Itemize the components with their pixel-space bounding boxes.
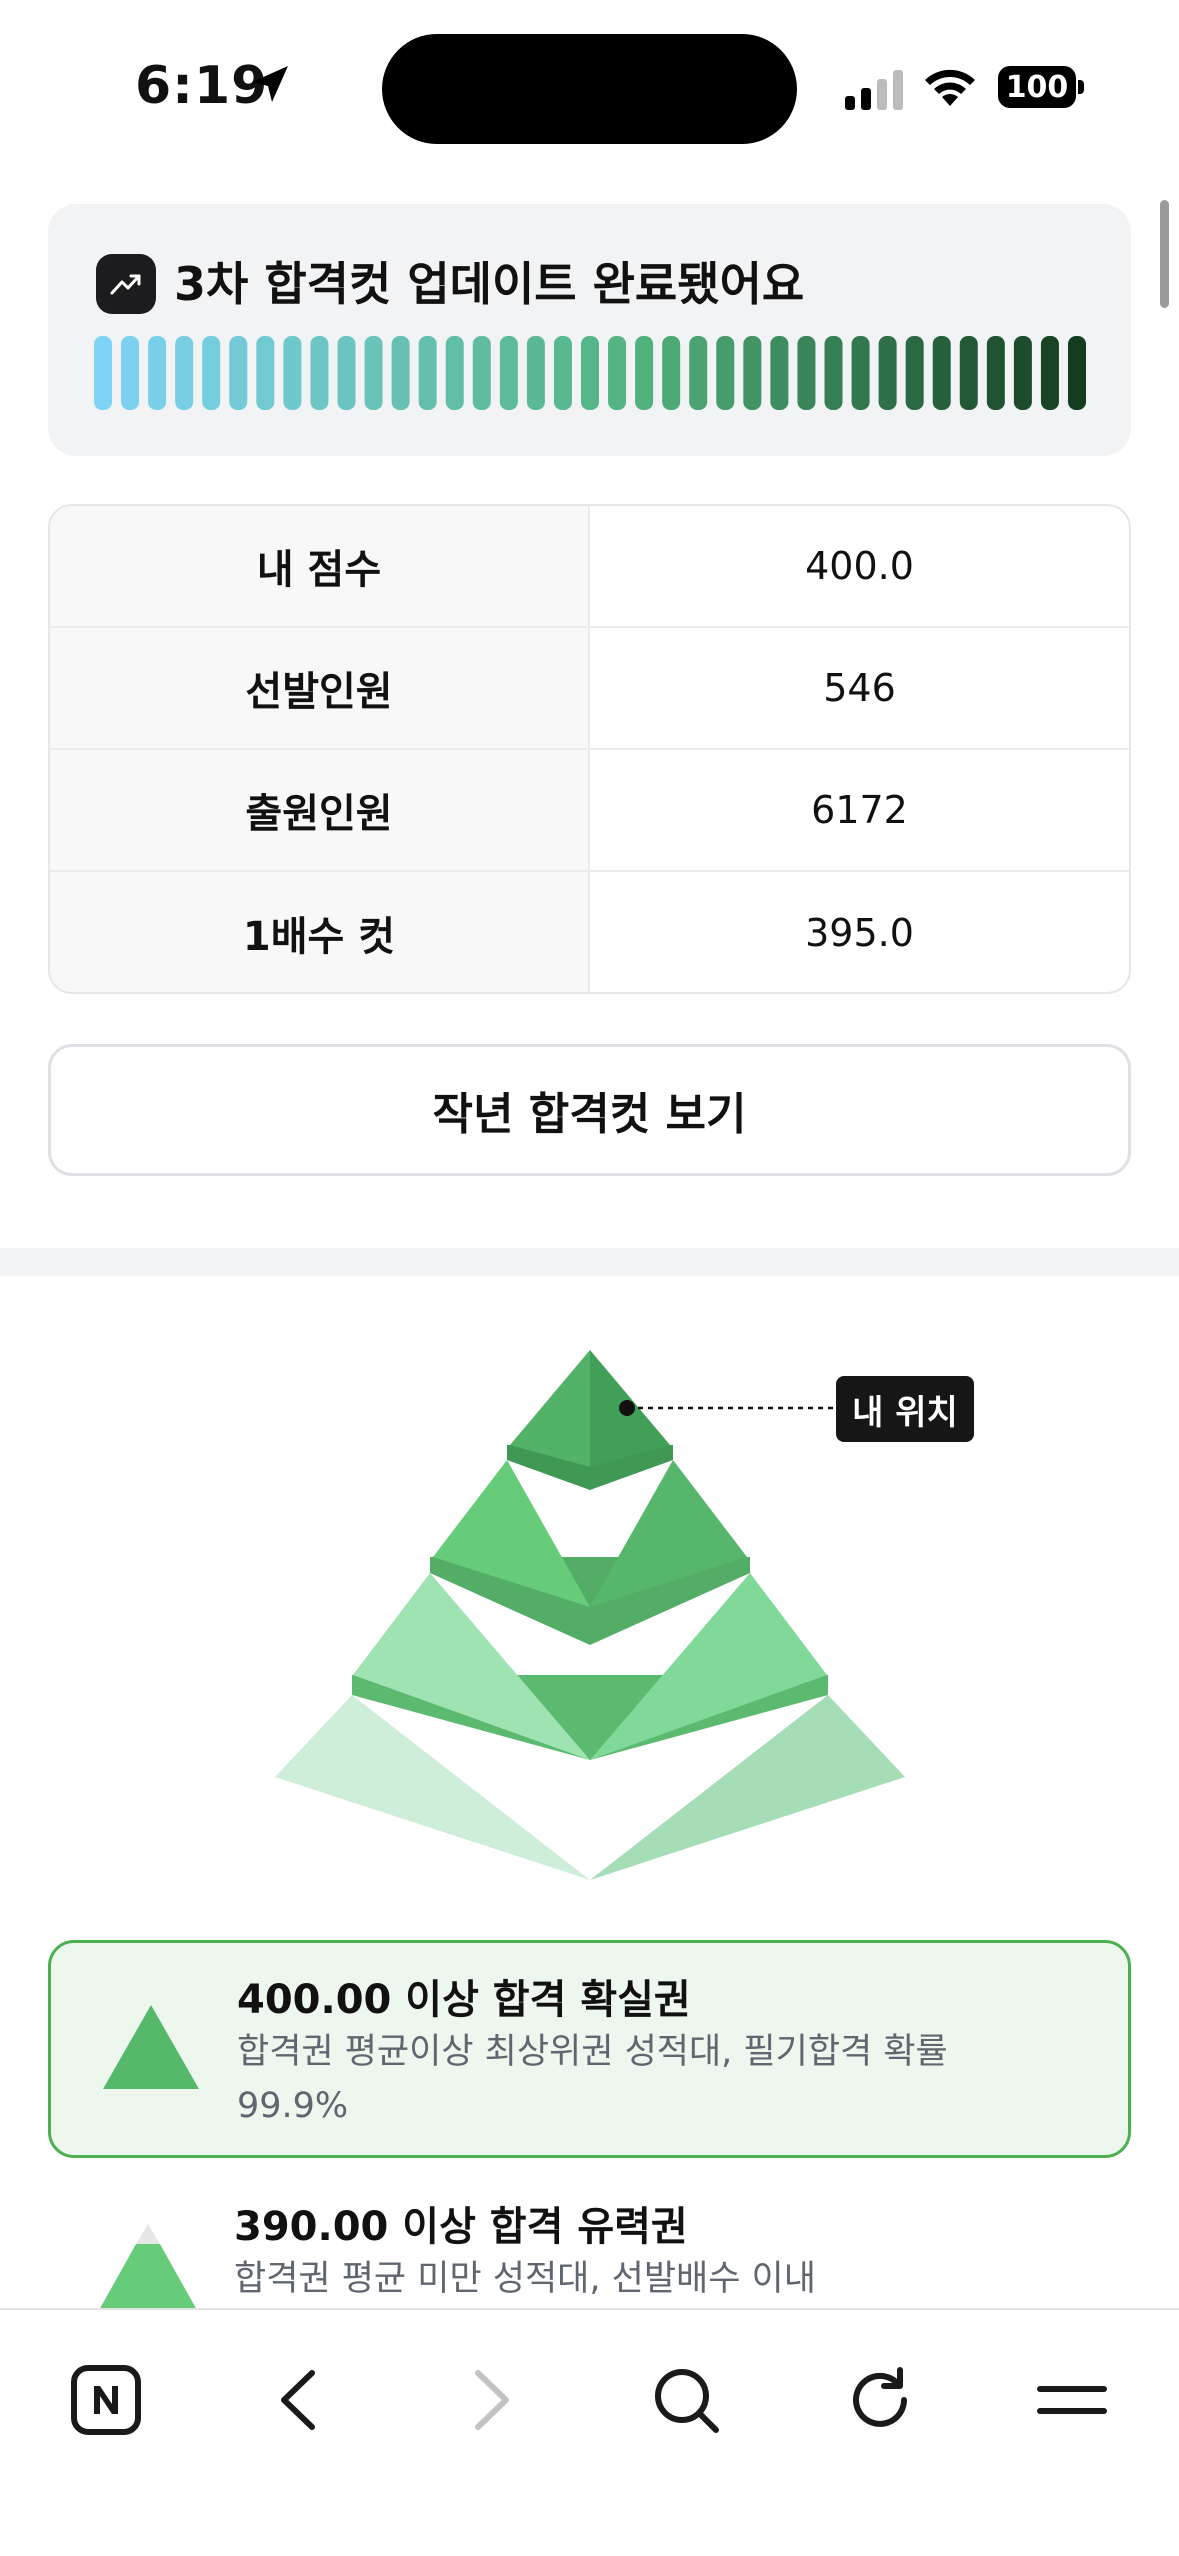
update-banner: 3차 합격컷 업데이트 완료됐어요 xyxy=(48,204,1131,456)
row-label-cutoff: 1배수 컷 xyxy=(50,872,590,992)
scroll-indicator[interactable] xyxy=(1160,200,1169,308)
forward-button[interactable] xyxy=(432,2350,552,2450)
table-row: 1배수 컷 395.0 xyxy=(50,872,1129,992)
progress-segment xyxy=(689,336,708,410)
progress-segment xyxy=(148,336,167,410)
progress-segment xyxy=(662,336,681,410)
wifi-icon xyxy=(925,69,975,106)
progress-segment xyxy=(581,336,599,410)
progress-segment xyxy=(1068,336,1086,410)
pyramid-chart xyxy=(275,1350,905,1880)
progress-segment xyxy=(391,336,410,410)
table-row: 선발인원 546 xyxy=(50,628,1129,750)
search-icon xyxy=(655,2369,719,2433)
row-value-applicants: 6172 xyxy=(811,788,908,832)
triangle-icon xyxy=(103,2005,199,2089)
progress-segment xyxy=(229,336,248,410)
naver-home-button[interactable] xyxy=(46,2350,166,2450)
row-value-quota: 546 xyxy=(823,666,896,710)
tier-title: 390.00 이상 합격 유력권 xyxy=(234,2204,688,2250)
progress-segment xyxy=(175,336,194,410)
naver-home-icon xyxy=(71,2365,141,2435)
back-button[interactable] xyxy=(238,2350,358,2450)
progress-segment xyxy=(770,336,789,410)
progress-segment xyxy=(418,336,437,410)
progress-segment xyxy=(986,336,1005,410)
progress-segment xyxy=(716,336,735,410)
progress-segment xyxy=(797,336,816,410)
dynamic-island xyxy=(382,34,797,144)
cellular-signal-icon xyxy=(845,70,903,110)
progress-segment xyxy=(905,336,924,410)
back-icon xyxy=(281,2370,315,2430)
battery-cap xyxy=(1078,80,1084,94)
tier-description: 합격권 평균 미만 성적대, 선발배수 이내 xyxy=(234,2259,816,2299)
menu-button[interactable] xyxy=(1012,2350,1132,2450)
my-position-dot xyxy=(619,1400,635,1416)
row-label-applicants: 출원인원 xyxy=(50,750,590,870)
tier-card-highlighted[interactable]: 400.00 이상 합격 확실권 합격권 평균이상 최상위권 성적대, 필기합격… xyxy=(48,1940,1131,2158)
progress-segment xyxy=(1013,336,1032,410)
progress-segment xyxy=(635,336,654,410)
progress-segment xyxy=(824,336,843,410)
trend-up-icon xyxy=(96,254,156,314)
progress-segment xyxy=(878,336,897,410)
progress-segment xyxy=(445,336,464,410)
table-row: 내 점수 400.0 xyxy=(50,506,1129,628)
tier-title: 400.00 이상 합격 확실권 xyxy=(237,1977,691,2023)
progress-segment xyxy=(337,336,356,410)
row-value-my-score: 400.0 xyxy=(805,544,914,588)
progress-segment xyxy=(202,336,221,410)
update-title: 3차 합격컷 업데이트 완료됐어요 xyxy=(174,257,805,311)
update-progress-bar xyxy=(94,336,1086,410)
progress-segment xyxy=(472,336,491,410)
battery-indicator: 100 xyxy=(998,66,1076,108)
progress-segment xyxy=(932,336,951,410)
table-row: 출원인원 6172 xyxy=(50,750,1129,872)
score-info-table: 내 점수 400.0 선발인원 546 출원인원 6172 1배수 컷 395.… xyxy=(48,504,1131,994)
reload-icon xyxy=(853,2367,907,2427)
section-divider xyxy=(0,1248,1179,1276)
row-value-cutoff: 395.0 xyxy=(805,911,914,955)
row-label-quota: 선발인원 xyxy=(50,628,590,748)
progress-segment xyxy=(608,336,627,410)
my-position-label: 내 위치 xyxy=(836,1376,974,1442)
last-year-cutoff-button[interactable]: 작년 합격컷 보기 xyxy=(48,1044,1131,1176)
browser-toolbar xyxy=(0,2308,1179,2556)
progress-segment xyxy=(283,336,302,410)
page: 6:19 100 3차 합격컷 업데이트 완료됐어요 내 점수 400.0 선발… xyxy=(0,0,1179,2556)
progress-segment xyxy=(256,336,275,410)
status-bar: 6:19 100 xyxy=(0,0,1179,170)
progress-segment xyxy=(743,336,762,410)
progress-segment xyxy=(499,336,518,410)
tier-description: 합격권 평균이상 최상위권 성적대, 필기합격 확률 99.9% xyxy=(237,2032,948,2126)
progress-segment xyxy=(364,336,383,410)
progress-segment xyxy=(851,336,870,410)
progress-segment xyxy=(310,336,329,410)
tier-item[interactable]: 390.00 이상 합격 유력권 합격권 평균 미만 성적대, 선발배수 이내 xyxy=(48,2180,1131,2312)
reload-button[interactable] xyxy=(820,2350,940,2450)
forward-icon xyxy=(475,2370,509,2430)
progress-segment xyxy=(121,336,140,410)
row-label-my-score: 내 점수 xyxy=(50,506,590,626)
progress-segment xyxy=(553,336,572,410)
location-arrow-icon xyxy=(252,66,288,102)
progress-segment xyxy=(94,336,112,410)
menu-icon xyxy=(1037,2386,1107,2414)
search-button[interactable] xyxy=(626,2350,746,2450)
triangle-icon xyxy=(98,2224,198,2312)
progress-segment xyxy=(1040,336,1059,410)
progress-segment xyxy=(526,336,545,410)
progress-segment xyxy=(959,336,978,410)
